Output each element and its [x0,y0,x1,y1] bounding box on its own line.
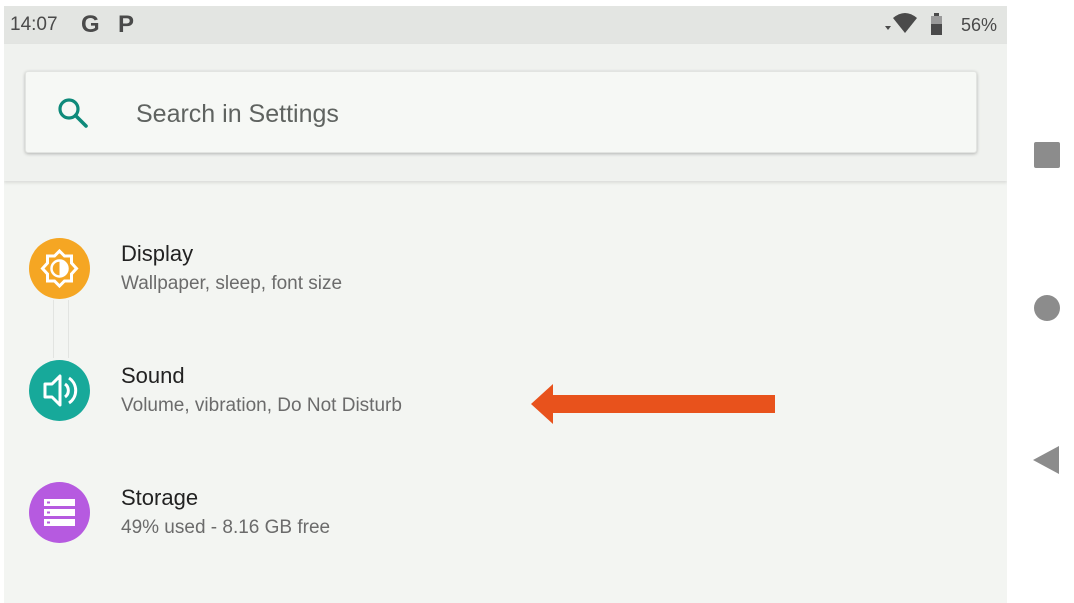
navigation-bar [1007,0,1074,603]
battery-icon [931,13,942,35]
search-icon [58,98,88,128]
search-input[interactable] [134,96,898,132]
item-subtitle: Wallpaper, sleep, font size [121,273,343,294]
status-bar: 14:07 G P 56% [4,6,1007,44]
sound-icon [29,360,90,421]
item-subtitle: Volume, vibration, Do Not Disturb [121,395,402,416]
settings-item-storage[interactable]: Storage 49% used - 8.16 GB free [4,462,1007,574]
search-bar[interactable] [25,71,977,153]
wifi-icon [885,13,917,33]
status-time: 14:07 [10,14,58,35]
p-notification-icon: P [118,11,135,38]
storage-icon [29,482,90,543]
settings-item-sound[interactable]: Sound Volume, vibration, Do Not Disturb [4,340,1007,452]
battery-percentage: 56% [960,15,997,35]
annotation-arrow-icon [531,384,775,424]
item-subtitle: 49% used - 8.16 GB free [121,517,331,538]
recents-button[interactable] [1034,142,1060,168]
home-button[interactable] [1034,295,1060,321]
item-title: Storage [121,485,199,510]
item-title: Display [121,241,194,266]
item-title: Sound [121,363,185,388]
settings-item-display[interactable]: Display Wallpaper, sleep, font size [4,218,1007,330]
search-header [4,44,1007,181]
back-button[interactable] [1031,444,1061,476]
google-notification-icon: G [81,11,100,38]
settings-screen: 14:07 G P 56% Search in Settings Display… [4,6,1007,603]
display-icon [29,238,90,299]
